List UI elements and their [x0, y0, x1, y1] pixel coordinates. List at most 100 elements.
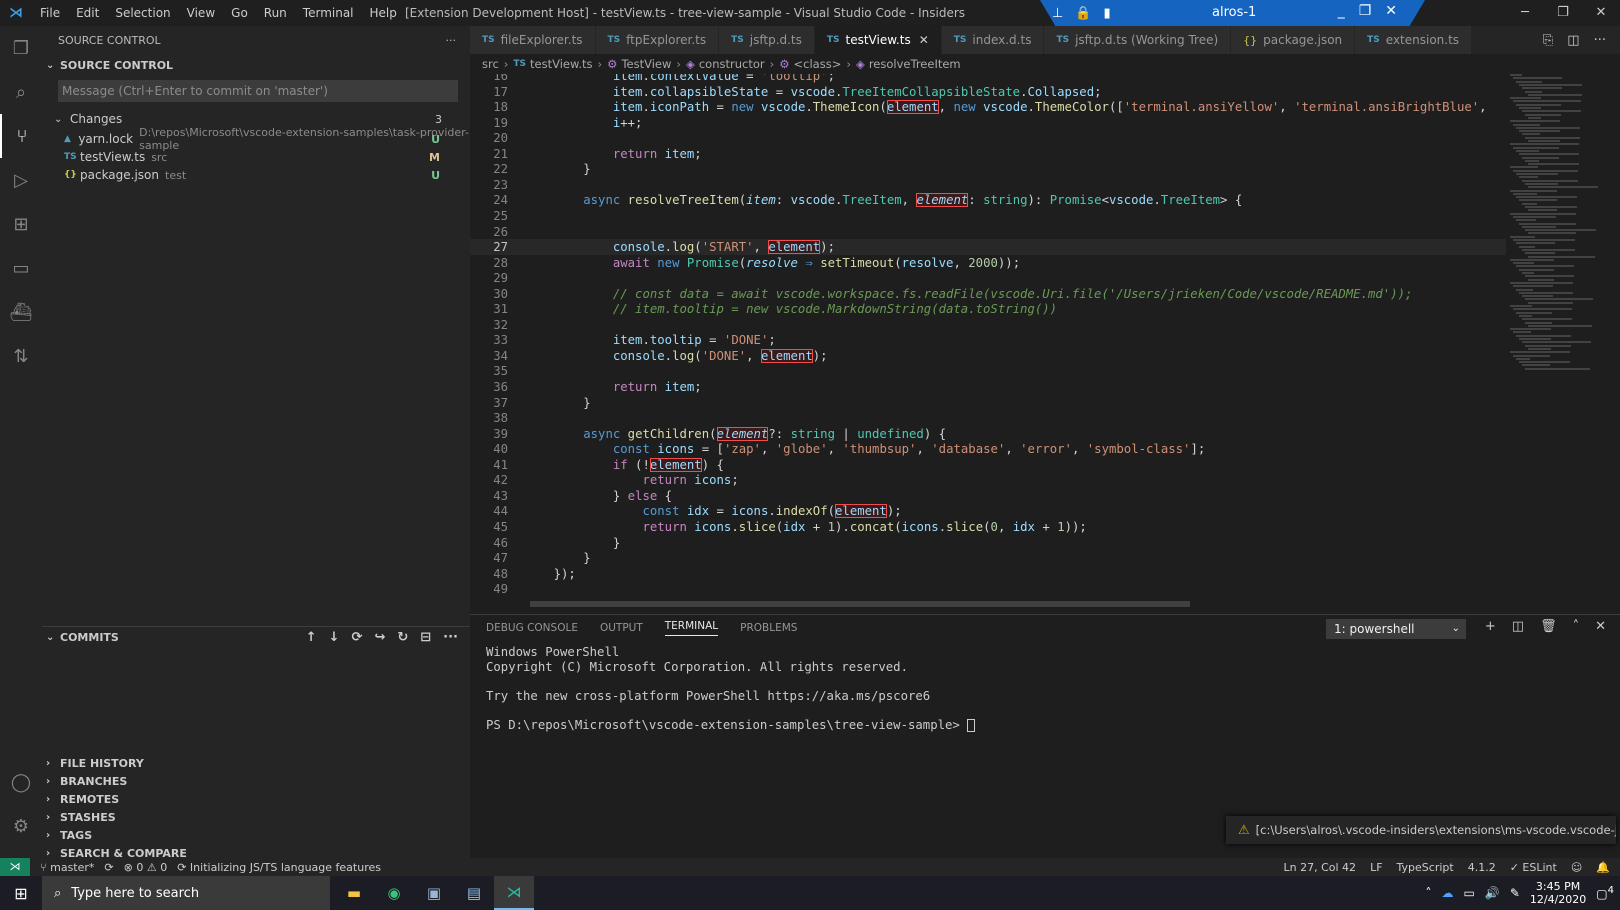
code-line[interactable]: 39 async getChildren(element?: string | … — [470, 426, 1506, 442]
code-line[interactable]: 25 — [470, 208, 1506, 224]
menu-help[interactable]: Help — [362, 6, 405, 20]
tab-terminal[interactable]: TERMINAL — [664, 620, 719, 636]
code-line[interactable]: 47 } — [470, 550, 1506, 566]
problems-status[interactable]: ⊗ 0 ⚠ 0 — [124, 861, 168, 874]
onedrive-cloud-icon[interactable]: ☁ — [1442, 886, 1454, 900]
tab-ftpexplorer[interactable]: TS ftpExplorer.ts — [595, 26, 720, 54]
settings-gear-icon[interactable]: ⚙ — [0, 804, 42, 848]
terminal-output[interactable]: Windows PowerShell Copyright (C) Microsof… — [486, 645, 976, 732]
code-line[interactable]: 20 — [470, 130, 1506, 146]
code-line[interactable]: 48 }); — [470, 566, 1506, 582]
kill-terminal-icon[interactable]: 🗑 — [1540, 619, 1557, 634]
code-editor[interactable]: 16 item.contextValue = 'tooltip'; 17 item… — [470, 74, 1506, 604]
close-button[interactable]: ✕ — [1582, 0, 1620, 26]
code-line[interactable]: 23 — [470, 177, 1506, 193]
close-panel-icon[interactable]: ✕ — [1595, 619, 1606, 634]
remote-restore-icon[interactable]: ❐ — [1359, 3, 1372, 19]
code-line[interactable]: 26 — [470, 224, 1506, 240]
feedback-icon[interactable]: ☺ — [1571, 861, 1582, 874]
lock-icon[interactable]: 🔒 — [1075, 6, 1091, 21]
restore-button[interactable]: ❐ — [1544, 0, 1582, 26]
pull-requests-icon[interactable]: ⇅ — [0, 334, 42, 378]
branch-status[interactable]: ⑂ master* — [40, 861, 94, 874]
more-actions-icon[interactable]: ··· — [446, 34, 457, 47]
menu-go[interactable]: Go — [223, 6, 256, 20]
code-line[interactable]: 41 if (!element) { — [470, 457, 1506, 473]
code-line[interactable]: 22 } — [470, 161, 1506, 177]
docker-icon[interactable]: ⛴ — [0, 290, 42, 334]
taskbar-clock[interactable]: 3:45 PM 12/4/2020 — [1530, 880, 1586, 906]
file-history-section[interactable]: › FILE HISTORY — [42, 754, 470, 772]
notification-toast[interactable]: ⚠ [c:\Users\alros\.vscode-insiders\exten… — [1226, 816, 1616, 844]
vertical-scrollbar[interactable] — [1606, 74, 1620, 604]
tab-testview[interactable]: TS testView.ts ✕ — [814, 26, 942, 54]
volume-icon[interactable]: 🔊 — [1485, 886, 1500, 900]
code-line[interactable]: 42 return icons; — [470, 472, 1506, 488]
tab-jsftp-d[interactable]: TS jsftp.d.ts — [719, 26, 815, 54]
menu-selection[interactable]: Selection — [107, 6, 178, 20]
remote-indicator-icon[interactable]: ⋊ — [0, 858, 30, 876]
code-line[interactable]: 46 } — [470, 535, 1506, 551]
code-line[interactable]: 18 item.iconPath = new vscode.ThemeIcon(… — [470, 99, 1506, 115]
menu-run[interactable]: Run — [256, 6, 295, 20]
code-line[interactable]: 31 // item.tooltip = new vscode.Markdown… — [470, 301, 1506, 317]
sync-icon[interactable]: ⟳ — [104, 861, 113, 874]
more-actions-icon[interactable]: ··· — [443, 630, 458, 645]
minimap[interactable] — [1506, 74, 1606, 604]
tab-index-d[interactable]: TS index.d.ts — [941, 26, 1045, 54]
split-editor-icon[interactable]: ◫ — [1567, 33, 1579, 48]
collapse-all-icon[interactable]: ⊟ — [420, 630, 431, 645]
tab-problems[interactable]: PROBLEMS — [740, 622, 797, 634]
more-actions-icon[interactable]: ··· — [1594, 33, 1606, 48]
breadcrumb-item[interactable]: constructor — [699, 57, 765, 71]
vscode-insiders-app-icon[interactable]: ⋊ — [494, 876, 534, 910]
code-line[interactable]: 36 return item; — [470, 379, 1506, 395]
changed-file-item[interactable]: TS testView.ts src M — [42, 148, 470, 166]
tab-fileexplorer[interactable]: TS fileExplorer.ts — [470, 26, 596, 54]
pull-icon[interactable]: ↓ — [329, 630, 340, 645]
code-line[interactable]: 29 — [470, 270, 1506, 286]
menu-file[interactable]: File — [32, 6, 68, 20]
maximize-panel-icon[interactable]: ˄ — [1573, 619, 1580, 634]
code-line[interactable]: 19 i++; — [470, 115, 1506, 131]
file-explorer-app-icon[interactable]: ▬ — [334, 876, 374, 910]
split-terminal-icon[interactable]: ◫ — [1512, 619, 1524, 634]
breadcrumb-item[interactable]: <class> — [794, 57, 842, 71]
tab-jsftp-working-tree[interactable]: TS jsftp.d.ts (Working Tree) — [1044, 26, 1232, 54]
code-line[interactable]: 21 return item; — [470, 146, 1506, 162]
changed-file-item[interactable]: {} package.json test U — [42, 166, 470, 184]
show-hidden-icons-icon[interactable]: ˄ — [1426, 886, 1432, 900]
taskbar-search-box[interactable]: ⌕ Type here to search — [42, 876, 330, 910]
code-line[interactable]: 45 return icons.slice(idx + 1).concat(ic… — [470, 519, 1506, 535]
code-line[interactable]: 32 — [470, 317, 1506, 333]
code-line[interactable]: 37 } — [470, 395, 1506, 411]
tab-package-json[interactable]: {} package.json — [1231, 26, 1356, 54]
line-ending[interactable]: LF — [1370, 861, 1382, 874]
stashes-section[interactable]: › STASHES — [42, 808, 470, 826]
tab-output[interactable]: OUTPUT — [600, 622, 643, 634]
explorer-icon[interactable]: ❐ — [0, 26, 42, 70]
new-terminal-icon[interactable]: + — [1485, 619, 1496, 634]
code-line[interactable]: 24 async resolveTreeItem(item: vscode.Tr… — [470, 192, 1506, 208]
pin-icon[interactable]: ⊥ — [1052, 6, 1063, 21]
tab-extension[interactable]: TS extension.ts — [1355, 26, 1473, 54]
code-line[interactable]: 43 } else { — [470, 488, 1506, 504]
app-window-icon[interactable]: ▣ — [414, 876, 454, 910]
language-mode[interactable]: TypeScript — [1397, 861, 1454, 874]
notepad-app-icon[interactable]: ▤ — [454, 876, 494, 910]
breadcrumb-item[interactable]: src — [482, 57, 499, 71]
minimize-button[interactable]: ─ — [1506, 0, 1544, 26]
windows-start-icon[interactable]: ⊞ — [0, 884, 42, 903]
commits-section-header[interactable]: ⌄ COMMITS ↑ ↓ ⟳ ↪ ↻ ⊟ ··· — [42, 626, 470, 648]
branches-section[interactable]: › BRANCHES — [42, 772, 470, 790]
cursor-position[interactable]: Ln 27, Col 42 — [1284, 861, 1357, 874]
sync-icon[interactable]: ⟳ — [352, 630, 363, 645]
terminal-select[interactable]: 1: powershell ⌄ — [1326, 619, 1466, 639]
code-line[interactable]: 44 const idx = icons.indexOf(element); — [470, 503, 1506, 519]
eslint-status[interactable]: ✓ ESLint — [1510, 861, 1557, 874]
extensions-icon[interactable]: ⊞ — [0, 202, 42, 246]
notifications-bell-icon[interactable]: 🔔 — [1596, 861, 1610, 874]
refresh-icon[interactable]: ↻ — [397, 630, 408, 645]
code-line[interactable]: 30 // const data = await vscode.workspac… — [470, 286, 1506, 302]
action-center-icon[interactable]: ▢4 — [1596, 885, 1614, 901]
